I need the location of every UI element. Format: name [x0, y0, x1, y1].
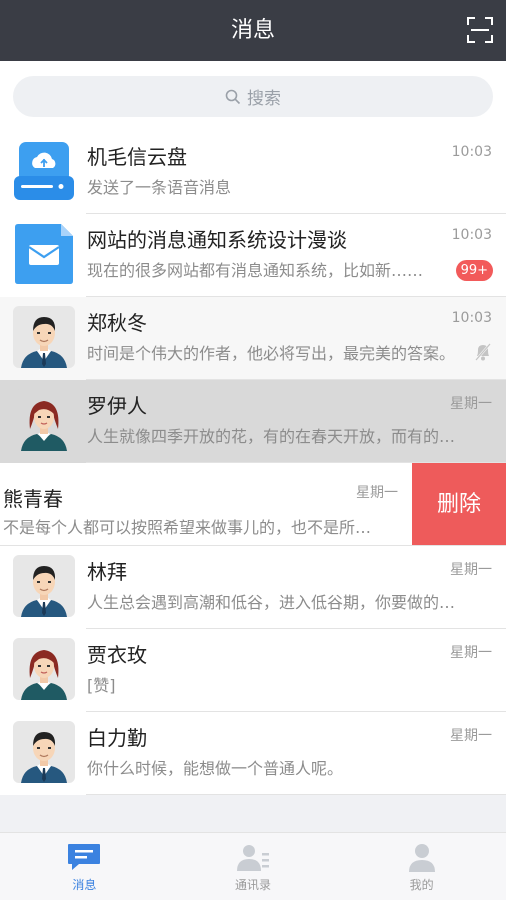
search-section: 搜索	[0, 61, 506, 131]
male-avatar	[13, 555, 75, 617]
conversation-time: 10:03	[451, 310, 492, 326]
female-avatar	[13, 389, 75, 451]
mail-document-icon	[13, 223, 75, 285]
conversation-time: 星期一	[450, 562, 492, 578]
conversation-preview: 人生就像四季开放的花，有的在春天开放，而有的却…	[87, 427, 457, 446]
list-item[interactable]: 贾衣玫 [赞] 星期一	[0, 629, 506, 712]
chat-icon	[68, 844, 101, 870]
list-item[interactable]: 熊青春 不是每个人都可以按照希望来做事儿的，也不是所… 星期一 删除	[0, 463, 506, 546]
conversation-name: 郑秋冬	[87, 311, 147, 335]
male-avatar	[13, 306, 75, 368]
conversation-preview: [赞]	[87, 676, 116, 695]
conversation-name: 网站的消息通知系统设计漫谈	[87, 228, 347, 252]
conversation-name: 白力勤	[87, 726, 147, 750]
conversation-preview: 发送了一条语音消息	[87, 178, 232, 197]
delete-button[interactable]: 删除	[412, 463, 506, 546]
conversation-preview: 时间是个伟大的作者，他必将写出，最完美的答案。	[87, 344, 456, 363]
conversation-preview: 人生总会遇到高潮和低谷，进入低谷期，你要做的…	[87, 593, 456, 612]
female-avatar	[13, 638, 75, 700]
conversation-preview: 现在的很多网站都有消息通知系统，比如新……	[87, 261, 424, 280]
list-item[interactable]: 网站的消息通知系统设计漫谈 现在的很多网站都有消息通知系统，比如新…… 10:0…	[0, 214, 506, 297]
unread-badge: 99+	[455, 260, 493, 281]
male-avatar	[13, 721, 75, 783]
mute-icon	[475, 343, 491, 361]
contacts-icon	[237, 845, 269, 871]
tab-label: 消息	[72, 878, 97, 892]
search-icon	[225, 89, 241, 104]
scan-button[interactable]	[467, 17, 493, 43]
list-item[interactable]: 白力勤 你什么时候，能想做一个普通人呢。 星期一	[0, 712, 506, 795]
cloud-drive-icon	[13, 140, 75, 202]
conversation-time: 星期一	[450, 728, 492, 744]
conversation-time: 10:03	[451, 144, 492, 160]
search-placeholder: 搜索	[247, 89, 281, 109]
conversation-name: 熊青春	[3, 487, 63, 511]
tab-bar: 消息 通讯录 我的	[0, 832, 506, 900]
conversation-time: 星期一	[450, 396, 492, 412]
conversation-time: 星期一	[450, 645, 492, 661]
conversation-list: 机毛信云盘 发送了一条语音消息 10:03 网站的消息通知系统设计漫谈 现在的很…	[0, 131, 506, 795]
profile-icon	[408, 844, 435, 872]
conversation-name: 林拜	[87, 560, 127, 584]
navigation-bar: 消息	[0, 0, 506, 61]
conversation-name: 机毛信云盘	[87, 145, 187, 169]
conversation-name: 贾衣玫	[87, 643, 147, 667]
tab-profile[interactable]: 我的	[337, 833, 506, 900]
conversation-time: 星期一	[356, 485, 398, 501]
tab-contacts[interactable]: 通讯录	[169, 833, 338, 900]
conversation-time: 10:03	[451, 227, 492, 243]
tab-label: 通讯录	[235, 878, 272, 892]
conversation-preview: 不是每个人都可以按照希望来做事儿的，也不是所…	[3, 518, 372, 537]
conversation-preview: 你什么时候，能想做一个普通人呢。	[87, 759, 344, 778]
list-item[interactable]: 机毛信云盘 发送了一条语音消息 10:03	[0, 131, 506, 214]
tab-label: 我的	[409, 878, 434, 892]
tab-messages[interactable]: 消息	[0, 833, 169, 900]
list-item[interactable]: 林拜 人生总会遇到高潮和低谷，进入低谷期，你要做的… 星期一	[0, 546, 506, 629]
list-item[interactable]: 郑秋冬 时间是个伟大的作者，他必将写出，最完美的答案。 10:03	[0, 297, 506, 380]
list-item[interactable]: 罗伊人 人生就像四季开放的花，有的在春天开放，而有的却… 星期一	[0, 380, 506, 463]
page-title: 消息	[230, 18, 275, 43]
search-input[interactable]: 搜索	[13, 76, 493, 117]
conversation-name: 罗伊人	[87, 394, 147, 418]
scan-icon	[467, 17, 493, 43]
